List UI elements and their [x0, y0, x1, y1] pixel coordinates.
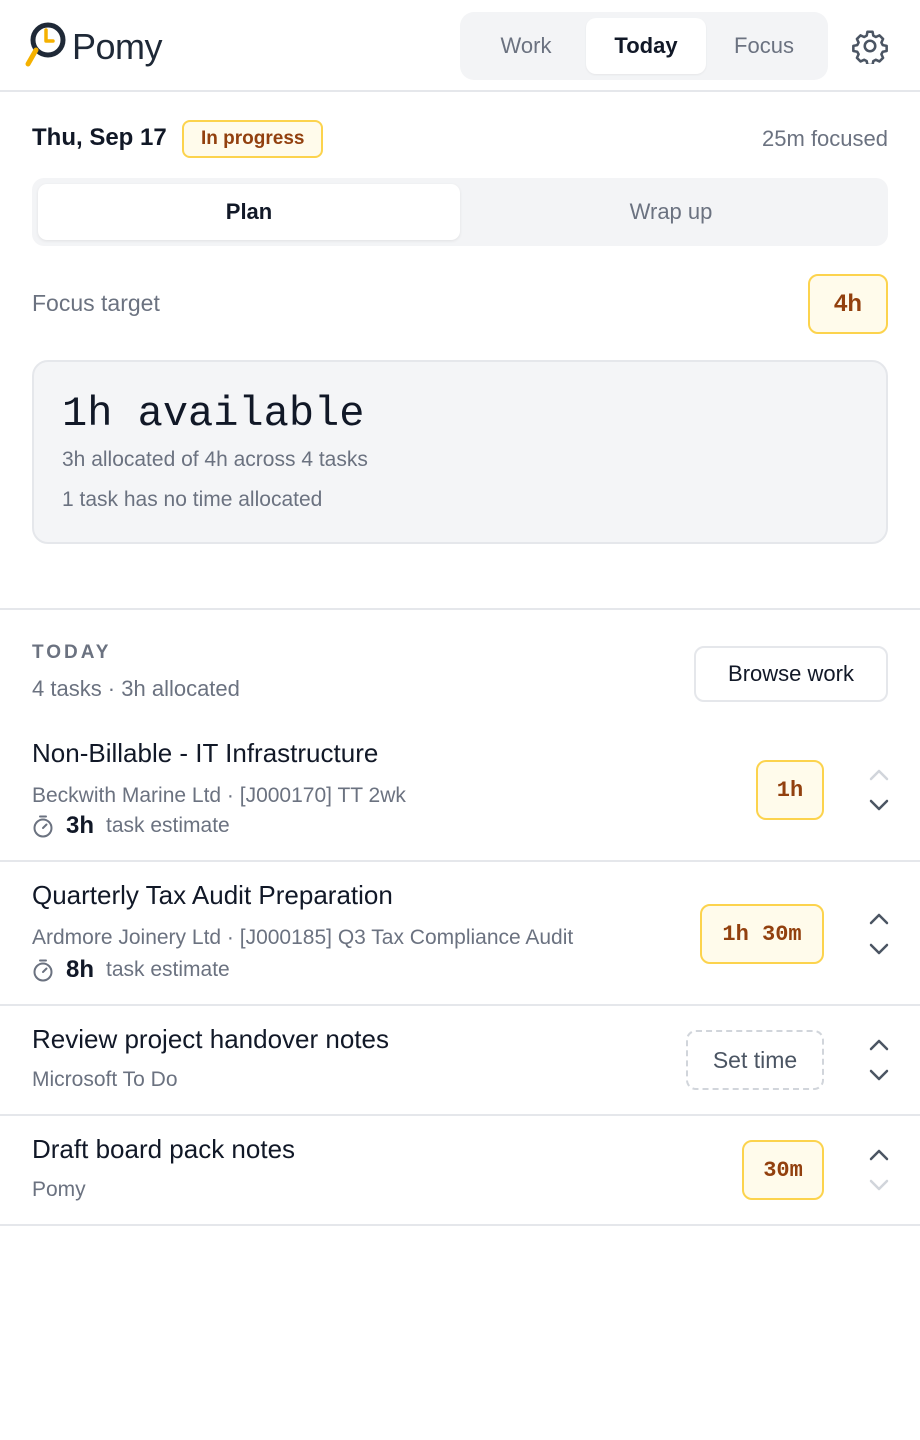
- allocated-time-button[interactable]: 1h 30m: [700, 904, 824, 964]
- move-down-chevron-icon: [869, 1179, 889, 1191]
- timer-icon: [33, 815, 53, 838]
- mode-switch: Plan Wrap up: [32, 178, 888, 246]
- main-nav: Work Today Focus: [460, 12, 828, 80]
- task-row[interactable]: Draft board pack notes Pomy 30m: [0, 1116, 920, 1226]
- task-row[interactable]: Review project handover notes Microsoft …: [0, 1006, 920, 1116]
- browse-work-button[interactable]: Browse work: [694, 646, 888, 702]
- availability-summary: 1h available 3h allocated of 4h across 4…: [32, 360, 888, 544]
- today-summary: 4 tasks · 3h allocated: [32, 676, 240, 701]
- focus-target-label: Focus target: [32, 290, 160, 316]
- app-logo[interactable]: Pomy: [24, 20, 163, 68]
- current-date: Thu, Sep 17: [32, 124, 167, 151]
- focus-target-button[interactable]: 4h: [808, 274, 888, 334]
- unallocated-summary: 1 task has no time allocated: [62, 488, 323, 511]
- task-title: Quarterly Tax Audit Preparation: [32, 880, 393, 910]
- estimate-label: task estimate: [106, 958, 230, 981]
- estimate-label: task estimate: [106, 814, 230, 837]
- task-title: Non-Billable - IT Infrastructure: [32, 738, 379, 768]
- today-header: TODAY 4 tasks · 3h allocated Browse work: [0, 610, 920, 722]
- move-up-chevron-icon: [869, 769, 889, 781]
- move-up-chevron-icon[interactable]: [866, 910, 892, 928]
- task-source: Pomy: [32, 1178, 86, 1201]
- move-up-chevron-icon[interactable]: [866, 1146, 892, 1164]
- tab-wrap-up[interactable]: Wrap up: [460, 184, 882, 240]
- settings-gear-icon[interactable]: [852, 28, 888, 64]
- task-source: Microsoft To Do: [32, 1068, 178, 1091]
- tab-focus[interactable]: Focus: [706, 18, 822, 74]
- tab-today[interactable]: Today: [586, 18, 706, 74]
- task-source: Beckwith Marine Ltd · [J000170] TT 2wk: [32, 784, 406, 807]
- available-time: 1h available: [62, 390, 365, 438]
- estimate-value: 8h: [66, 956, 95, 983]
- allocated-time-button[interactable]: 30m: [742, 1140, 824, 1200]
- allocated-time-button[interactable]: 1h: [756, 760, 824, 820]
- focused-time: 25m focused: [762, 126, 888, 151]
- top-bar: Pomy Work Today Focus: [0, 0, 920, 92]
- task-row[interactable]: Non-Billable - IT Infrastructure Beckwit…: [0, 722, 920, 862]
- move-down-chevron-icon[interactable]: [866, 796, 892, 814]
- tab-plan[interactable]: Plan: [38, 184, 460, 240]
- timer-icon: [33, 959, 53, 982]
- task-estimate: 8h task estimate: [32, 956, 230, 984]
- allocated-summary: 3h allocated of 4h across 4 tasks: [62, 448, 368, 471]
- move-down-chevron-icon[interactable]: [866, 940, 892, 958]
- tab-work[interactable]: Work: [466, 18, 586, 74]
- task-source: Ardmore Joinery Ltd · [J000185] Q3 Tax C…: [32, 926, 574, 949]
- task-title: Review project handover notes: [32, 1024, 389, 1054]
- estimate-value: 3h: [66, 812, 95, 839]
- task-estimate: 3h task estimate: [32, 812, 230, 840]
- pomy-logo-icon: [25, 22, 66, 67]
- move-up-chevron-icon[interactable]: [866, 1036, 892, 1054]
- plan-section: Thu, Sep 17 In progress 25m focused Plan…: [0, 94, 920, 610]
- task-row[interactable]: Quarterly Tax Audit Preparation Ardmore …: [0, 862, 920, 1006]
- set-time-button[interactable]: Set time: [686, 1030, 824, 1090]
- app-name: Pomy: [72, 26, 163, 67]
- move-down-chevron-icon[interactable]: [866, 1066, 892, 1084]
- today-section-label: TODAY: [32, 642, 112, 663]
- task-title: Draft board pack notes: [32, 1134, 296, 1164]
- status-badge: In progress: [182, 120, 324, 158]
